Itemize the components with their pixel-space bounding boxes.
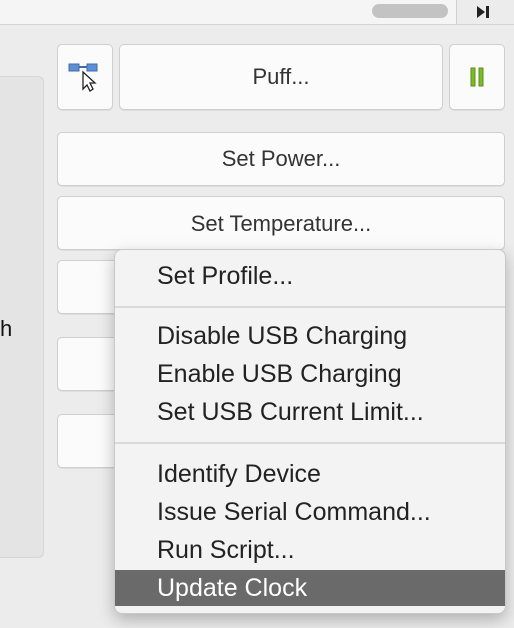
menu-item-enable-usb-charging[interactable]: Enable USB Charging [115,356,505,392]
menu-separator [115,306,505,308]
pause-button[interactable] [449,44,505,110]
left-panel-text: h [0,316,13,341]
set-power-button[interactable]: Set Power... [57,132,505,186]
menu-item-set-usb-current-limit[interactable]: Set USB Current Limit... [115,394,505,430]
pause-icon [470,67,484,87]
menu-item-update-clock[interactable]: Update Clock [115,570,505,606]
network-cursor-icon [68,63,98,92]
scrollbar-thumb[interactable] [372,4,448,18]
puff-button-label: Puff... [252,64,310,89]
menu-item-issue-serial-command[interactable]: Issue Serial Command... [115,494,505,530]
set-temperature-button[interactable]: Set Temperature... [57,196,505,250]
set-temperature-label: Set Temperature... [190,211,372,236]
menu-item-disable-usb-charging[interactable]: Disable USB Charging [115,318,505,354]
step-forward-button[interactable] [456,0,514,24]
menu-item-identify-device[interactable]: Identify Device [115,456,505,492]
puff-button[interactable]: Puff... [119,44,443,110]
set-power-label: Set Power... [221,146,341,171]
menu-separator [115,442,505,444]
step-forward-icon [477,6,489,18]
top-scroll-bar [0,0,514,25]
menu-item-set-profile[interactable]: Set Profile... [115,258,505,294]
actions-menu: Set Profile... Disable USB Charging Enab… [114,249,506,614]
connect-button[interactable] [57,44,113,110]
menu-item-run-script[interactable]: Run Script... [115,532,505,568]
